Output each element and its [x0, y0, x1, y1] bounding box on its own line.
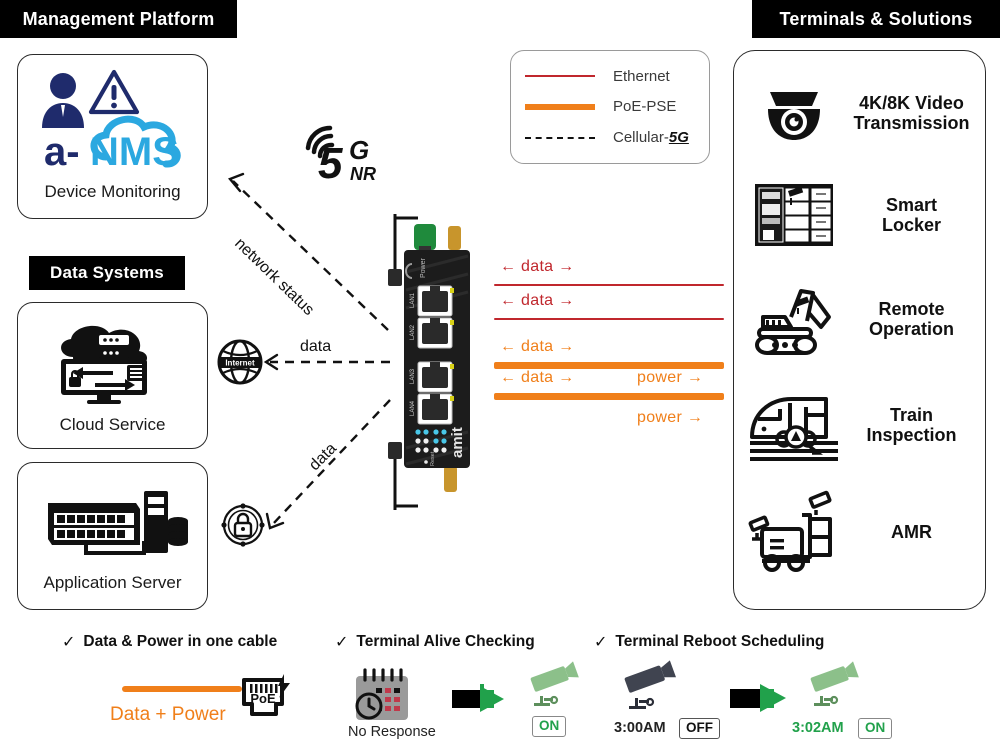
terminal-row-video-transmission[interactable]: 4K/8K Video Transmission: [742, 61, 977, 165]
feature-3-check-icon: ✓: [594, 634, 608, 651]
flow-poe-3-right-label: power →: [637, 409, 704, 426]
feature-1-check-icon: ✓: [62, 634, 76, 651]
reboot-arrow-icon-2: [730, 680, 804, 716]
router-power-label: Power: [420, 257, 427, 278]
camera-on-icon-2: [808, 661, 866, 714]
flow-poe-1-left-label: ← data →: [500, 338, 575, 355]
camera-off-icon: [622, 660, 684, 718]
smart-locker-icon: [742, 180, 846, 250]
terminal-label-remote-operation: Remote Operation: [868, 298, 954, 339]
flow-eth-2-line: [494, 318, 724, 320]
flow-poe-2-right-label: power →: [637, 369, 704, 386]
flow-poe-1-line: [494, 362, 724, 369]
flow-eth-1-left-label: ← data →: [500, 258, 575, 275]
router-brand-label: amit: [449, 427, 466, 458]
router-device[interactable]: Power LAN1 LAN2 LAN3 LAN4 Reset amit: [378, 212, 496, 512]
svg-text:LAN3: LAN3: [410, 368, 416, 384]
link-vpn-data-line: [271, 399, 391, 526]
feature-2-state-chip: ON: [532, 716, 567, 737]
internet-globe-icon: Internet: [216, 338, 264, 386]
camera-on-icon-1: [528, 661, 586, 714]
feature-2-title: Terminal Alive Checking: [356, 633, 535, 650]
svg-text:LAN2: LAN2: [410, 324, 416, 340]
feature-1-caption: Data + Power: [110, 704, 226, 725]
router-antenna-gold-bottom: [444, 466, 457, 492]
feature-3-time-on: 3:02AM: [792, 720, 844, 736]
router-reset-button: [424, 460, 428, 464]
feature-terminal-reboot-scheduling: ✓ Terminal Reboot Scheduling: [594, 632, 894, 652]
section-header-terminals-solutions-label: Terminals & Solutions: [779, 8, 973, 29]
terminal-row-remote-operation[interactable]: Remote Operation: [742, 265, 977, 373]
terminal-row-train-inspection[interactable]: Train Inspection: [742, 373, 977, 477]
section-header-terminals-solutions: Terminals & Solutions: [752, 0, 1000, 38]
terminal-label-amr: AMR: [891, 521, 932, 542]
train-icon: [742, 389, 846, 461]
link-internet-data-label: data: [300, 338, 332, 355]
poe-cable-line: [122, 686, 242, 692]
terminal-row-smart-locker[interactable]: Smart Locker: [742, 165, 977, 265]
svg-text:LAN1: LAN1: [410, 292, 416, 308]
feature-1-title: Data & Power in one cable: [83, 633, 278, 650]
security-lock-icon: [218, 500, 268, 550]
link-network-status-arrowhead: [228, 172, 245, 193]
feature-3-title: Terminal Reboot Scheduling: [615, 633, 825, 650]
feature-2-check-icon: ✓: [335, 634, 349, 651]
feature-3-state-off-chip: OFF: [679, 718, 720, 739]
no-response-calendar-icon: [352, 668, 412, 724]
dome-camera-icon: [742, 82, 846, 144]
terminal-row-amr[interactable]: AMR: [742, 477, 977, 587]
feature-2-graphic: No Response ON: [348, 661, 582, 744]
feature-2-caption: No Response: [348, 724, 436, 740]
svg-text:LAN4: LAN4: [410, 400, 416, 416]
flow-poe-2-line: [494, 393, 724, 400]
router-reset-label: Reset: [430, 451, 436, 466]
feature-terminal-alive-checking: ✓ Terminal Alive Checking: [335, 632, 575, 652]
flow-eth-2-left-label: ← data →: [500, 292, 575, 309]
internet-globe-text: Internet: [225, 359, 255, 368]
flow-eth-1-line: [494, 284, 724, 286]
amr-robot-icon: [742, 490, 846, 572]
terminal-label-train-inspection: Train Inspection: [866, 404, 957, 445]
poe-jack-icon: PoE: [238, 670, 292, 724]
feature-1-graphic: Data + Power PoE: [110, 674, 300, 738]
terminal-label-smart-locker: Smart Locker: [881, 194, 942, 235]
feature-3-state-on-chip: ON: [858, 718, 893, 739]
router-antenna-gold-top: [448, 226, 461, 250]
reboot-arrow-icon-1: [452, 682, 522, 716]
feature-data-power-one-cable: ✓ Data & Power in one cable: [62, 632, 332, 652]
terminals-panel: 4K/8K Video Transmission Smart Locker Re…: [733, 50, 986, 610]
feature-3-time-off: 3:00AM: [614, 720, 666, 736]
excavator-icon: [742, 283, 846, 355]
poe-badge-text: PoE: [250, 691, 276, 706]
feature-3-graphic: 3:00AM OFF 3:02AM ON: [614, 660, 902, 744]
terminal-label-video-transmission: 4K/8K Video Transmission: [853, 92, 970, 133]
flow-poe-2-left-label: ← data →: [500, 369, 575, 386]
